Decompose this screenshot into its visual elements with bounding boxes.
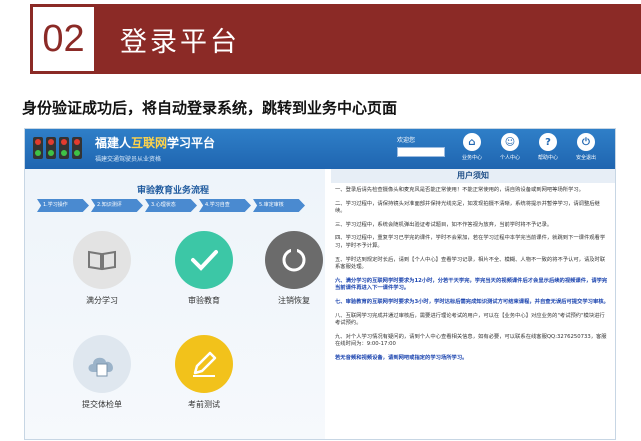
user-name-field: [397, 147, 445, 157]
notice-item: 六、满分学习的互联网学时要求为12小时，分若干天学完，学完当天的视频课件后才会显…: [335, 277, 608, 292]
traffic-light-icon: [59, 137, 69, 159]
notice-item: 一、登录后请先检查摄像头和麦克风是否能正常使用！不能正常使用的，请自购设备或到网…: [335, 187, 584, 193]
traffic-light-icon: [46, 137, 56, 159]
tile-label: 审验教育: [188, 296, 220, 305]
flow-step: 4.学习自查: [199, 199, 251, 212]
nav-label: 安全退出: [575, 155, 596, 161]
flow-title: 审验教育业务流程: [137, 186, 210, 196]
traffic-light-logo: [33, 137, 82, 159]
nav-label: 业务中心: [461, 155, 482, 161]
notice-item: 五、学时达到规定时长后，请到【个人中心】查看学习记录，相片不全、模糊、人物不一致…: [335, 256, 606, 271]
tile-pre-exam-test[interactable]: [175, 335, 233, 393]
section-number: 02: [42, 17, 85, 60]
brand-title: 福建人互联网学习平台: [95, 134, 215, 151]
nav-item-logout[interactable]: ⏻ 安全退出: [571, 133, 601, 161]
platform-screenshot: 福建人互联网学习平台 福建交通驾驶员从业资格 欢迎您 ⌂ 业务中心 ☺ 个人中心…: [24, 128, 616, 440]
user-notice: 一、登录后请先检查摄像头和麦克风是否能正常使用！不能正常使用的，请自购设备或到网…: [335, 187, 609, 369]
business-center-panel: 审验教育业务流程 1.学习操作 2.知识测评 3.心理状态 4.学习自查 5.审…: [25, 169, 325, 439]
flow-step: 2.知识测评: [91, 199, 143, 212]
nav-item-business-center[interactable]: ⌂ 业务中心: [457, 133, 487, 161]
nav-label: 帮助中心: [537, 155, 558, 161]
brand-highlight: 互联网: [131, 136, 168, 150]
user-label: 欢迎您: [397, 137, 416, 144]
tile-label: 考前测试: [188, 400, 220, 409]
book-icon: [88, 250, 116, 271]
nav-item-personal-center[interactable]: ☺ 个人中心: [495, 133, 525, 161]
top-nav: ⌂ 业务中心 ☺ 个人中心 ? 帮助中心 ⏻ 安全退出: [457, 133, 601, 161]
title-bar: 登录平台: [94, 4, 641, 74]
brand-prefix: 福建人: [95, 136, 132, 150]
notice-item: 八、互联网学习完成并通过审核后，需要进行理论考试的用户，可以在【业务中心】对应业…: [335, 312, 605, 327]
tile-review-education[interactable]: [175, 231, 233, 289]
pencil-icon: [193, 351, 217, 377]
traffic-light-icon: [33, 137, 43, 159]
tile-submit-medical-form[interactable]: [73, 335, 131, 393]
tile-label: 注销恢复: [278, 296, 310, 305]
check-icon: [191, 250, 218, 271]
notice-title: 用户须知: [331, 169, 615, 183]
user-icon: ☺: [501, 133, 519, 151]
nav-label: 个人中心: [499, 155, 520, 161]
home-icon: ⌂: [463, 133, 481, 151]
flow-step: 1.学习操作: [37, 199, 89, 212]
user-box: 欢迎您: [397, 135, 445, 157]
flow-step: 5.审定审核: [253, 199, 305, 212]
help-icon: ?: [539, 133, 557, 151]
tile-label: 满分学习: [86, 296, 118, 305]
brand-subtitle: 福建交通驾驶员从业资格: [95, 156, 162, 163]
slide-title: 登录平台: [120, 26, 240, 58]
tile-cancellation-recovery[interactable]: [265, 231, 323, 289]
tile-label: 提交体检单: [82, 400, 122, 409]
traffic-light-icon: [72, 137, 82, 159]
brand-suffix: 学习平台: [167, 136, 216, 150]
notice-item: 四、学习过程中，重复学习已学完的课件，学时不会累加，若在学习过程中本学完当前课件…: [335, 235, 606, 249]
nav-item-help-center[interactable]: ? 帮助中心: [533, 133, 563, 161]
notice-item: 九、对个人学习情况有疑问的，请到个人中心查看相关信息，如有必要，可以联系在线客服…: [335, 333, 607, 348]
notice-item: 若无音频和视频设备，请到网吧或指定的学习场所学习。: [335, 354, 468, 361]
cycle-icon: [282, 246, 306, 272]
slide-subtitle: 身份验证成功后，将自动登录系统，跳转到业务中心页面: [22, 99, 398, 117]
tile-full-score-learning[interactable]: [73, 231, 131, 289]
slide-header: 02 登录平台: [0, 0, 641, 78]
notice-item: 三、学习过程中，系统会随机弹出验证考试题目，如不作答视为放弃，当前学时将不予记录…: [335, 221, 553, 228]
section-number-box: 02: [30, 4, 94, 74]
platform-topbar: 福建人互联网学习平台 福建交通驾驶员从业资格 欢迎您 ⌂ 业务中心 ☺ 个人中心…: [25, 129, 615, 169]
notice-item: 二、学习过程中，请保持镜头对准面部并保持光线充足，如发现拍摄不清晰，系统将提示并…: [335, 200, 600, 215]
power-icon: ⏻: [577, 133, 595, 151]
flow-steps: 1.学习操作 2.知识测评 3.心理状态 4.学习自查 5.审定审核: [37, 199, 307, 212]
brand: 福建人互联网学习平台 福建交通驾驶员从业资格: [95, 134, 215, 163]
notice-item: 七、审验教育的互联网学时要求为3小时，学时达标后需完成知识测试方可结束课程，并自…: [335, 298, 609, 305]
flow-step: 3.心理状态: [145, 199, 197, 212]
cloud-doc-icon: [88, 357, 113, 377]
